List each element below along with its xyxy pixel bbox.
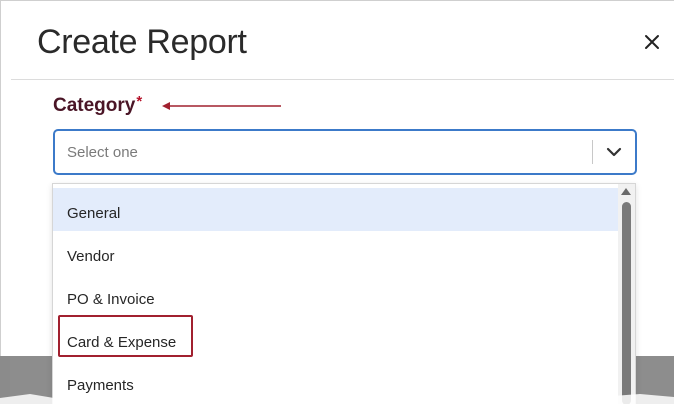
close-icon [645, 35, 659, 49]
option-label: General [67, 205, 121, 222]
select-divider [592, 140, 593, 164]
option-label: PO & Invoice [67, 291, 155, 308]
option-card-expense[interactable]: Card & Expense [53, 317, 619, 360]
dialog-header: Create Report [11, 1, 674, 80]
dialog-title: Create Report [37, 23, 247, 61]
category-select[interactable]: Select one [53, 129, 637, 175]
category-select-placeholder: Select one [67, 144, 138, 161]
option-general[interactable]: General [53, 188, 619, 231]
category-dropdown-list: General Vendor PO & Invoice Card & Expen… [52, 183, 636, 404]
close-button[interactable] [639, 29, 665, 55]
option-po-invoice[interactable]: PO & Invoice [53, 274, 619, 317]
chevron-down-icon[interactable] [604, 142, 624, 162]
category-label-text: Category [53, 95, 136, 116]
category-label: Category* [53, 93, 143, 117]
option-label: Card & Expense [67, 334, 177, 351]
dropdown-scrollbar[interactable] [618, 184, 635, 404]
scroll-up-arrow-icon[interactable] [621, 188, 631, 195]
annotation-arrow-icon [162, 102, 281, 110]
option-label: Vendor [67, 248, 115, 265]
required-marker: * [136, 93, 143, 110]
scroll-thumb[interactable] [622, 202, 631, 404]
torn-edge-decoration [0, 392, 674, 404]
option-vendor[interactable]: Vendor [53, 231, 619, 274]
